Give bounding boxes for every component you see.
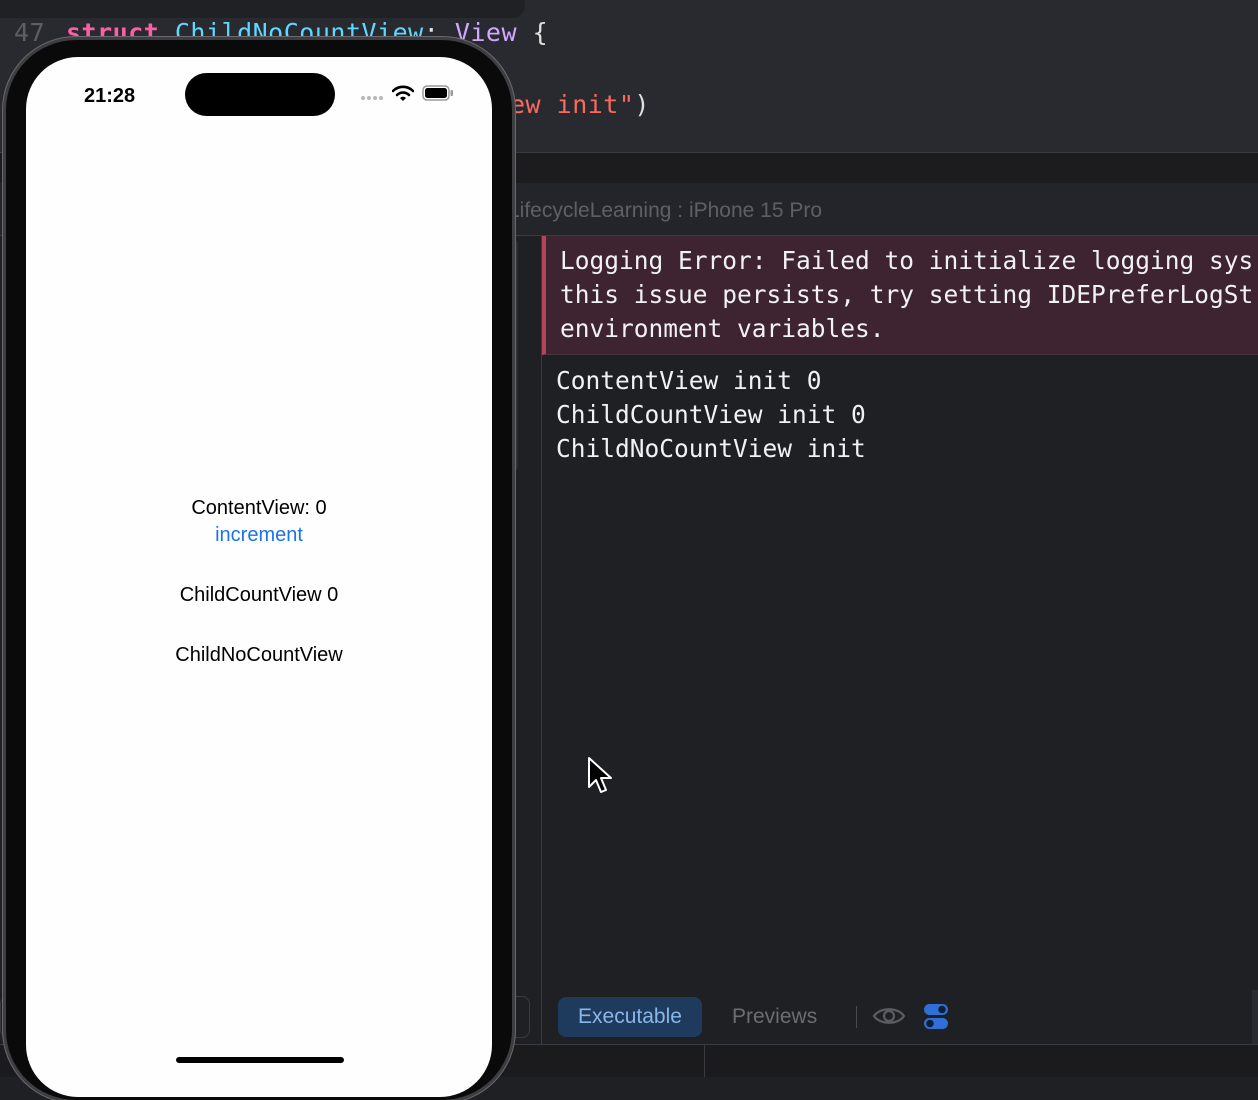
logging-error-message: Logging Error: Failed to initialize logg… — [542, 236, 1258, 355]
editor-top-bar — [0, 0, 525, 18]
error-line: this issue persists, try setting IDEPref… — [560, 280, 1254, 309]
code-string: ew init" — [510, 90, 635, 119]
debug-target-title: LifecycleLearning : iPhone 15 Pro — [508, 199, 823, 222]
log-line: ContentView init 0 — [556, 366, 822, 395]
panel-edge — [1252, 990, 1258, 1044]
cellular-signal-icon — [361, 96, 383, 100]
toggle-switches-icon[interactable] — [923, 1003, 949, 1031]
variables-scrollbar[interactable] — [512, 240, 518, 470]
status-time: 21:28 — [84, 85, 136, 107]
child-count-view-label: ChildCountView 0 — [179, 584, 339, 606]
divider — [704, 1045, 705, 1077]
wifi-icon — [392, 85, 414, 101]
mouse-cursor-icon — [588, 757, 612, 793]
home-indicator[interactable] — [176, 1057, 344, 1063]
code-brace: { — [517, 18, 549, 47]
log-line: ChildNoCountView init — [556, 434, 866, 463]
tab-previews[interactable]: Previews — [722, 997, 827, 1037]
child-no-count-view-label: ChildNoCountView — [175, 644, 343, 666]
dynamic-island — [185, 73, 335, 116]
log-line: ChildCountView init 0 — [556, 400, 866, 429]
divider — [856, 1006, 857, 1028]
simulator-screen[interactable]: 21:28 ContentView: 0 increment ChildCoun… — [26, 57, 492, 1097]
console-bottom-bar: Executable Previews — [542, 990, 1258, 1044]
error-line: Logging Error: Failed to initialize logg… — [560, 246, 1254, 275]
console-output[interactable]: Logging Error: Failed to initialize logg… — [542, 236, 1258, 1044]
tab-executable[interactable]: Executable — [558, 997, 702, 1037]
increment-button[interactable]: increment — [26, 524, 492, 547]
battery-icon — [422, 85, 453, 101]
iphone-simulator: 21:28 ContentView: 0 increment ChildCoun… — [6, 40, 512, 1100]
eye-icon[interactable] — [872, 1004, 906, 1028]
error-line: environment variables. — [560, 314, 885, 343]
code-paren: ) — [634, 90, 650, 119]
content-view-label: ContentView: 0 — [191, 497, 327, 519]
